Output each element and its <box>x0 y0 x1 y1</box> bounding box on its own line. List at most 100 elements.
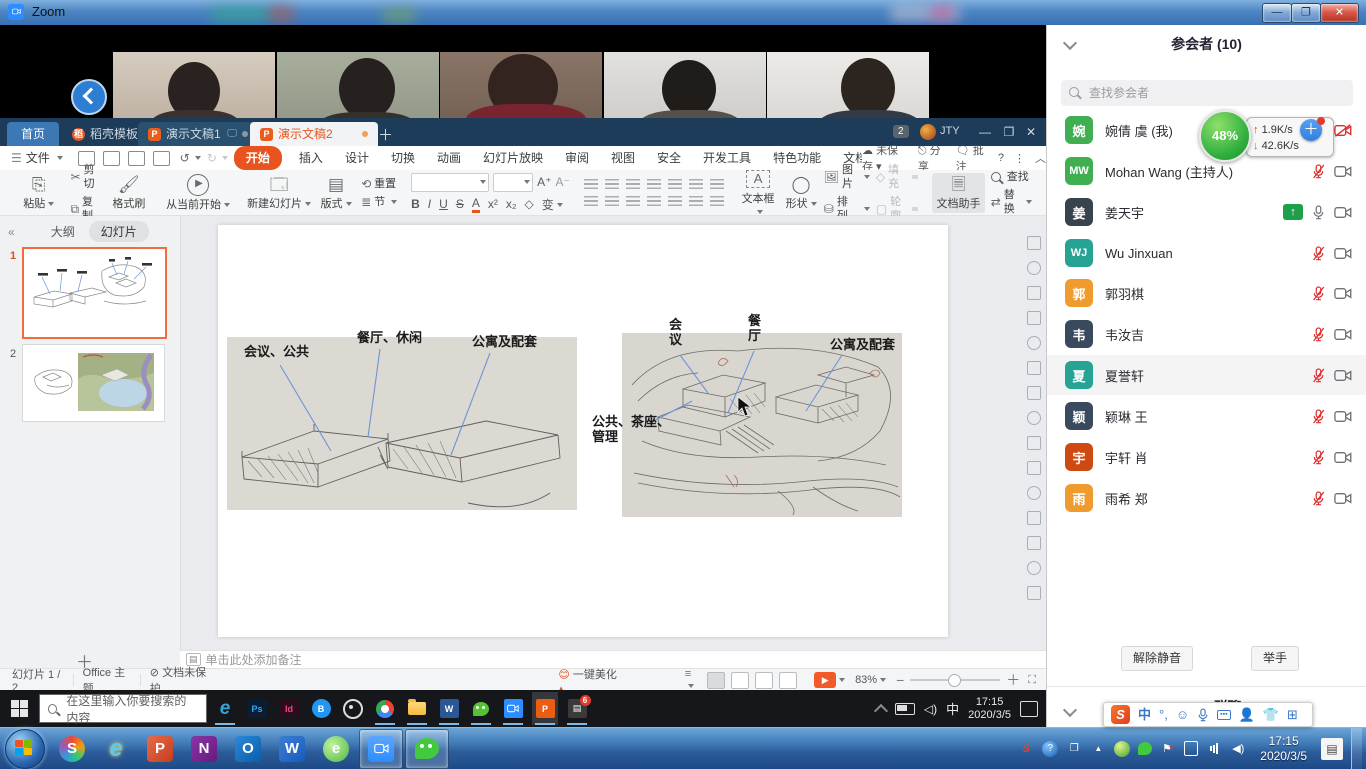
taskbar-wechat[interactable] <box>468 692 494 725</box>
cut-button[interactable]: ✂剪切 <box>70 163 102 191</box>
help-icon[interactable]: ? <box>998 152 1004 164</box>
participant-row[interactable]: 雨 雨希 郑 <box>1047 478 1366 518</box>
maximize-button[interactable]: ❐ <box>1291 3 1321 23</box>
taskbar-360-browser[interactable]: e <box>315 730 357 768</box>
zoom-in-button[interactable]: ＋ <box>1006 670 1020 690</box>
taskbar-word[interactable]: W <box>271 730 313 768</box>
zoom-percent[interactable]: 83% <box>855 674 877 686</box>
slide-thumbnail-1-selected[interactable] <box>22 247 167 339</box>
help-panel-icon[interactable] <box>1027 411 1041 425</box>
notes-toggle[interactable]: ≡ <box>685 668 699 692</box>
doc-assistant-button[interactable]: 🗏文档助手 <box>932 173 984 213</box>
start-button-win7[interactable] <box>5 729 45 769</box>
participant-row[interactable]: 姜 姜天宇 ↑ <box>1047 192 1366 232</box>
font-color-icon[interactable]: A <box>472 196 480 213</box>
collapse-panel-icon[interactable]: « <box>8 225 15 239</box>
skin-icon[interactable]: 👕 <box>1263 708 1279 721</box>
menu-tab-insert[interactable]: 插入 <box>288 147 334 169</box>
menu-tab-view[interactable]: 视图 <box>600 147 646 169</box>
superscript-icon[interactable]: x² <box>488 197 498 211</box>
minimize-button[interactable]: — <box>1262 3 1292 23</box>
properties-icon[interactable] <box>1027 236 1041 250</box>
reading-view-button[interactable] <box>755 672 773 689</box>
volume-icon[interactable]: ◁) <box>924 702 937 716</box>
section-button[interactable]: ≣节 <box>361 195 397 209</box>
print-preview-icon[interactable] <box>153 151 170 166</box>
win10-search-box[interactable]: 在这里输入你要搜索的内容 <box>39 694 207 723</box>
ime-indicator[interactable]: 中 <box>946 699 959 718</box>
new-slide-button[interactable]: 🗔新建幻灯片 <box>247 175 311 211</box>
taskbar-powerpoint[interactable]: P <box>139 730 181 768</box>
normal-view-button[interactable] <box>707 672 725 689</box>
menu-tab-transition[interactable]: 切换 <box>380 147 426 169</box>
participant-row-highlighted[interactable]: 夏 夏誉轩 <box>1047 355 1366 395</box>
show-hidden-icons[interactable]: ▲ <box>1090 741 1106 757</box>
message-count-badge[interactable]: 2 <box>893 125 909 138</box>
taskbar-chrome[interactable] <box>372 692 398 725</box>
menu-tab-features[interactable]: 特色功能 <box>762 147 832 169</box>
taskbar-wps-presentation-active[interactable]: P <box>532 692 558 725</box>
widget-icon[interactable] <box>1027 586 1041 600</box>
action-center-icon[interactable] <box>1020 701 1038 717</box>
participant-row[interactable]: 颖 颖琳 王 <box>1047 396 1366 436</box>
layout-panel-icon[interactable] <box>1027 361 1041 375</box>
user-name[interactable]: JTY <box>940 125 960 137</box>
sogou-tray-icon[interactable]: S <box>1018 741 1034 757</box>
wps-minimize-button[interactable]: — <box>972 121 998 143</box>
back-button[interactable] <box>71 79 107 115</box>
taskbar-zoom[interactable] <box>500 692 526 725</box>
taskbar-explorer[interactable] <box>404 692 430 725</box>
360-safety-icon[interactable] <box>1114 741 1130 757</box>
zoom-out-button[interactable]: − <box>896 672 904 688</box>
participant-search-input[interactable] <box>1061 80 1353 106</box>
zoom-caret[interactable] <box>880 678 886 682</box>
style-icon[interactable] <box>1027 286 1041 300</box>
play-from-current-button[interactable]: ▶ 从当前开始 <box>163 174 233 212</box>
menu-tab-review[interactable]: 审阅 <box>554 147 600 169</box>
chart-panel-icon[interactable] <box>1027 461 1041 475</box>
settings-icon[interactable] <box>1027 261 1041 275</box>
slides-tab-active[interactable]: 幻灯片 <box>89 221 149 242</box>
notes-tray-icon[interactable]: ▤ <box>1321 738 1343 760</box>
slideshow-view-button[interactable] <box>779 672 797 689</box>
wps-tab-home[interactable]: 首页 <box>7 122 59 146</box>
taskbar-edge[interactable]: e <box>212 692 238 725</box>
more-panel-icon[interactable] <box>1027 561 1041 575</box>
taskbar-zoom-active[interactable] <box>359 729 403 769</box>
italic-icon[interactable]: I <box>428 197 431 211</box>
emoji-icon[interactable]: ☺ <box>1176 708 1189 721</box>
slide-thumbnail-2[interactable] <box>22 344 165 422</box>
textbox-button[interactable]: A文本框 <box>738 168 779 218</box>
safely-remove-icon[interactable] <box>1184 741 1198 756</box>
menu-tab-animation[interactable]: 动画 <box>426 147 472 169</box>
close-button[interactable]: ✕ <box>1320 3 1359 23</box>
taskbar-notebook[interactable]: ▤6 <box>564 692 590 725</box>
history-icon[interactable] <box>1027 511 1041 525</box>
menu-tab-security[interactable]: 安全 <box>646 147 692 169</box>
decrease-font-icon[interactable]: A⁻ <box>555 175 569 189</box>
zoom-slider-knob[interactable] <box>948 674 961 687</box>
taskbar-wps-writer[interactable]: W <box>436 692 462 725</box>
replace-button[interactable]: ⇄替换 <box>991 188 1033 216</box>
underline-icon[interactable]: U <box>439 197 448 211</box>
show-desktop-button[interactable] <box>1351 728 1362 769</box>
taskbar-internet-explorer[interactable]: e <box>95 730 137 768</box>
export-icon[interactable] <box>103 151 120 166</box>
wps-tab-doc2-active[interactable]: P 演示文稿2 <box>250 122 378 146</box>
layout-button[interactable]: ▤版式 <box>317 175 355 211</box>
undo-icon[interactable]: ↺ <box>180 151 190 165</box>
menu-tab-home[interactable]: 开始 <box>234 146 282 170</box>
slide-canvas[interactable]: 会议、公共 餐厅、休闲 公寓及配套 会 议 餐 厅 公寓及配套 公共、茶座、 管… <box>218 225 948 637</box>
zoom-slider[interactable] <box>910 679 1000 681</box>
help-tray-icon[interactable]: ? <box>1042 741 1058 757</box>
menu-tab-design[interactable]: 设计 <box>334 147 380 169</box>
user-avatar[interactable] <box>920 124 936 140</box>
participant-row[interactable]: 韦 韦汝吉 <box>1047 314 1366 354</box>
restore-windows-icon[interactable]: ❐ <box>1066 741 1082 757</box>
play-slideshow-button[interactable]: ▶ <box>814 672 836 688</box>
taskbar-bilibili[interactable]: B <box>308 692 334 725</box>
material-icon[interactable] <box>1027 436 1041 450</box>
fit-screen-icon[interactable]: ⛶ <box>1028 674 1036 687</box>
menu-tab-devtools[interactable]: 开发工具 <box>692 147 762 169</box>
menu-tab-slideshow[interactable]: 幻灯片放映 <box>472 147 554 169</box>
